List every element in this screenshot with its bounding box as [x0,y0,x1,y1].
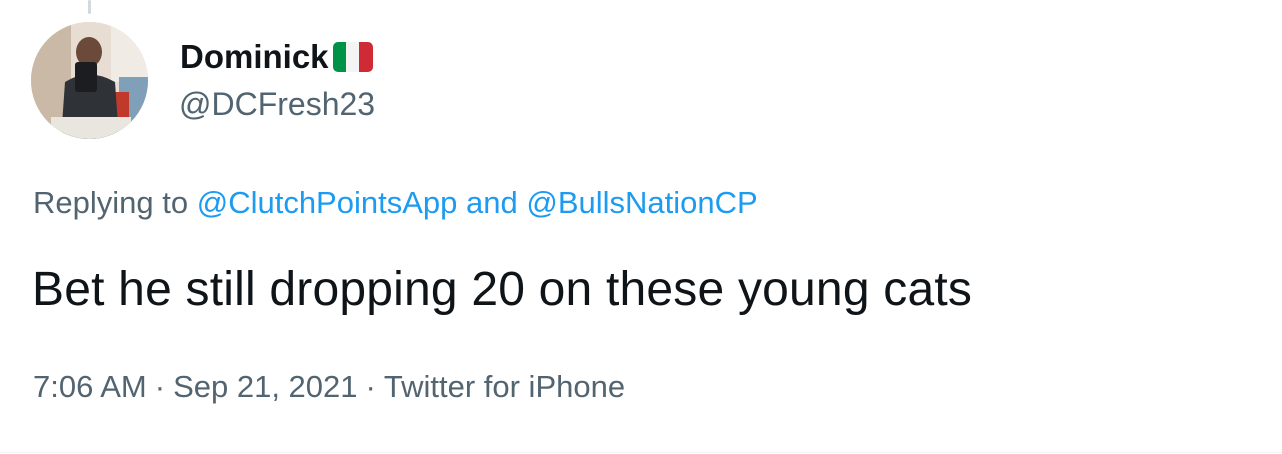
thread-connector-line [88,0,91,14]
tweet-time[interactable]: 7:06 AM [33,369,147,404]
avatar-photo-icon [31,22,148,139]
mention-link-bullsnationcp[interactable]: @BullsNationCP [526,185,757,220]
meta-separator: · [365,369,376,404]
italy-flag-icon [332,42,373,72]
author-name-text[interactable]: Dominick [180,38,329,76]
tweet-source[interactable]: Twitter for iPhone [384,369,625,404]
tweet-card: Dominick @DCFresh23 Replying to @ClutchP… [0,0,1282,454]
tweet-meta: 7:06 AM · Sep 21, 2021 · Twitter for iPhone [33,369,625,405]
replying-to-label: Replying to [33,185,189,220]
mention-link-clutchpointsapp[interactable]: @ClutchPointsApp [197,185,458,220]
replying-to-line: Replying to @ClutchPointsApp and @BullsN… [33,185,758,221]
divider [0,452,1282,453]
author-handle[interactable]: @DCFresh23 [179,86,375,123]
meta-separator: · [154,369,166,404]
author-name[interactable]: Dominick [180,38,373,76]
tweet-text: Bet he still dropping 20 on these young … [32,263,973,316]
mention-conjunction: and [466,185,518,220]
tweet-date[interactable]: Sep 21, 2021 [173,369,357,404]
avatar[interactable] [31,22,148,139]
